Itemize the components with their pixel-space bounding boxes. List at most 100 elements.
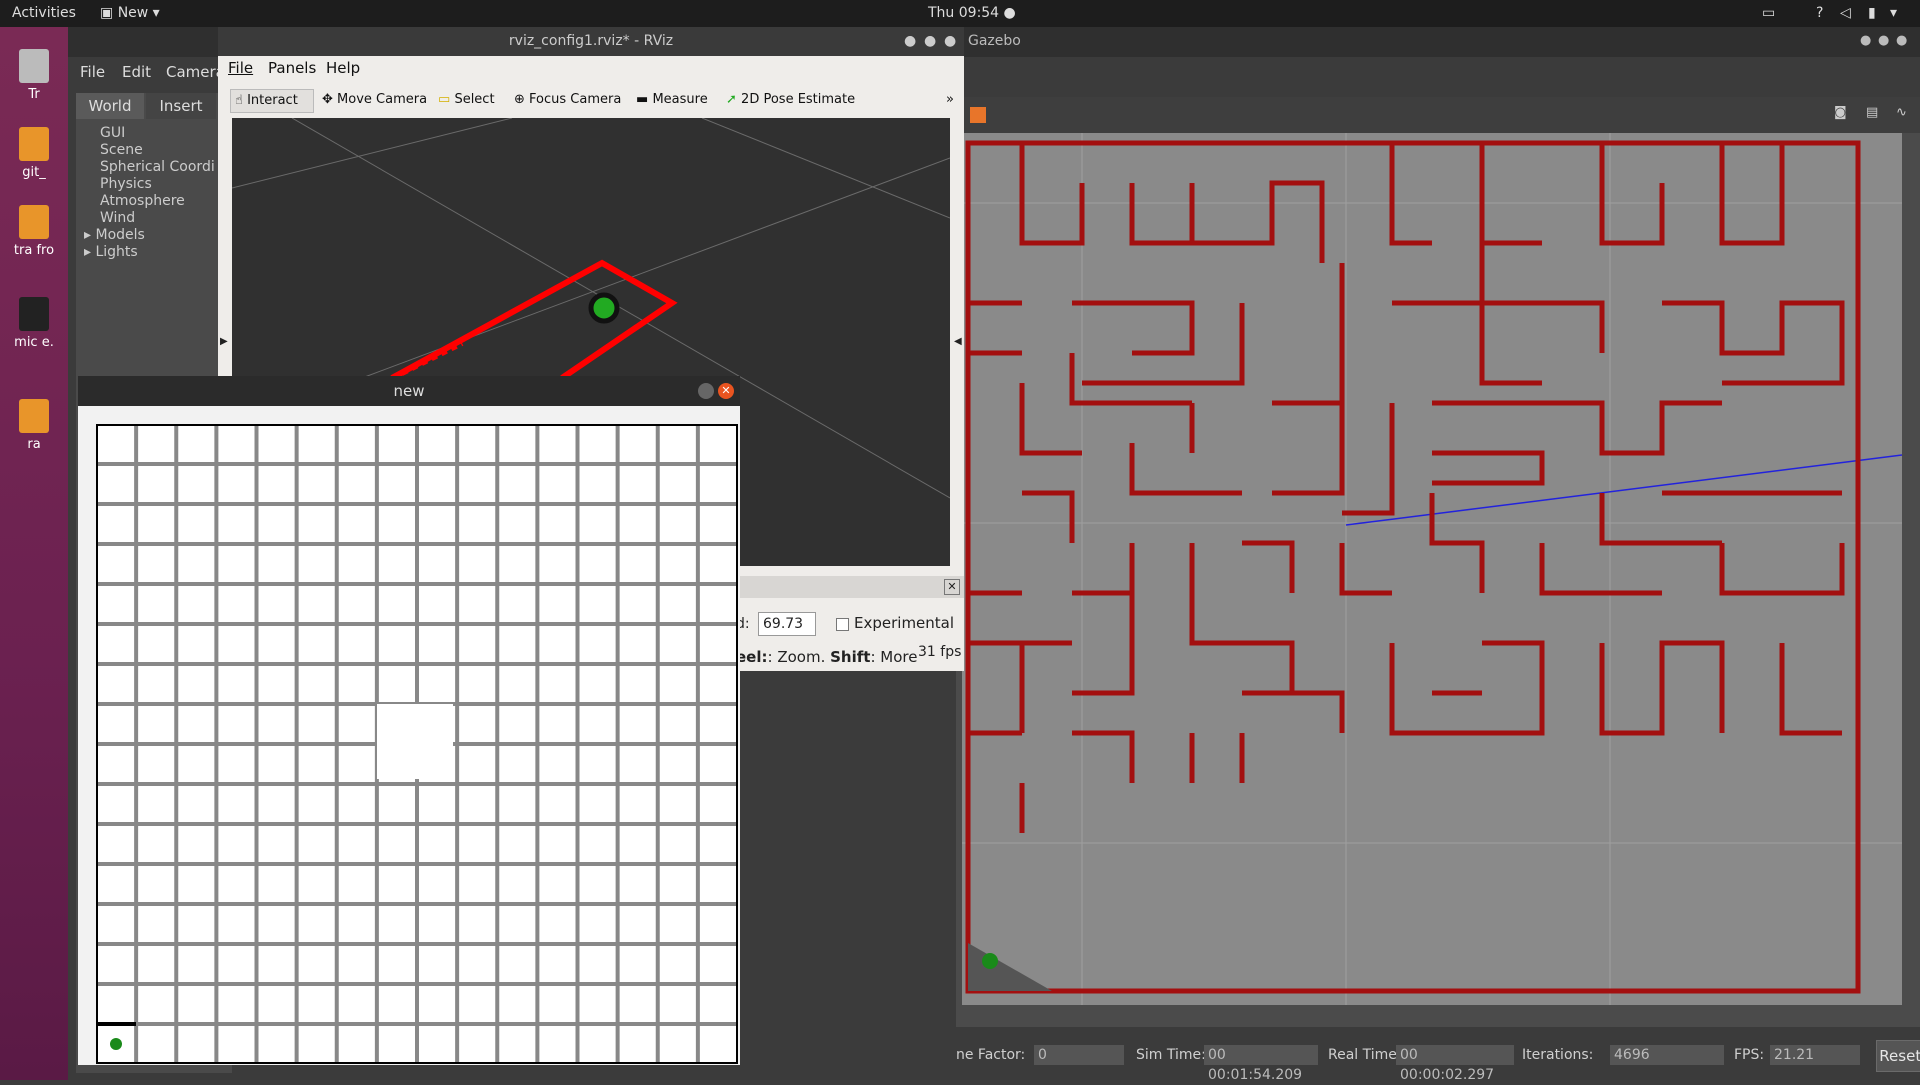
panel-header xyxy=(736,576,964,598)
interact-tool[interactable]: ☝ Interact xyxy=(230,89,314,113)
tree-item-physics[interactable]: Physics xyxy=(84,176,232,193)
close-icon[interactable]: ● xyxy=(1896,33,1907,48)
experimental-checkbox[interactable] xyxy=(836,618,849,631)
select-tool[interactable]: ▭ Select xyxy=(438,89,495,111)
pose-estimate-tool[interactable]: ➚ 2D Pose Estimate xyxy=(726,89,855,111)
tool-label: Select xyxy=(454,92,495,107)
panel-close-icon[interactable]: ✕ xyxy=(944,579,960,595)
expand-arrow-icon[interactable]: ▸ xyxy=(84,227,91,243)
desktop-icon-label: Tr xyxy=(28,87,40,102)
experimental-label: Experimental xyxy=(854,614,955,632)
right-dock-arrow-icon[interactable]: ◀ xyxy=(954,336,962,347)
rviz-path xyxy=(390,259,678,381)
left-dock-arrow-icon[interactable]: ▶ xyxy=(220,336,228,347)
top-bar: Activities ▣ New ▾ Thu 09:54 ● ▭ ? ◁ ▮ ▾ xyxy=(0,0,1920,27)
rviz-menu-file[interactable]: File xyxy=(228,59,253,77)
tool-label: Interact xyxy=(247,93,298,108)
app-menu[interactable]: ▣ New ▾ xyxy=(100,5,160,21)
menu-camera[interactable]: Camera xyxy=(166,63,225,81)
folder-icon xyxy=(19,127,49,161)
measure-tool[interactable]: ▬ Measure xyxy=(636,89,708,111)
rviz-title-bar[interactable]: rviz_config1.rviz* - RViz ● ● ● xyxy=(218,27,964,56)
focus-camera-icon: ⊕ xyxy=(514,92,525,107)
desktop-icon-ra[interactable]: ra xyxy=(8,399,60,452)
move-camera-tool[interactable]: ✥ Move Camera xyxy=(322,89,427,111)
minimize-icon[interactable]: ● xyxy=(904,27,916,56)
mouse-hint: eel:: Zoom. Shift: More xyxy=(736,648,917,666)
maze-scene xyxy=(962,133,1902,1005)
desktop-icon-mic[interactable]: mic e. xyxy=(8,297,60,350)
volume-icon[interactable]: ◁ xyxy=(1840,5,1851,21)
factor-label: ne Factor: xyxy=(956,1047,1026,1063)
new-window-title-bar[interactable]: new ✕ xyxy=(78,376,740,406)
tree-item-spherical[interactable]: Spherical Coordi xyxy=(84,159,232,176)
screenshot-icon[interactable]: ◙ xyxy=(1834,105,1847,120)
desktop-icon-tra[interactable]: tra fro xyxy=(8,205,60,258)
tree-item-models[interactable]: ▸ Models xyxy=(84,227,232,244)
log-icon[interactable]: ▤ xyxy=(1866,105,1878,120)
toolbar-overflow-button[interactable]: » xyxy=(946,89,954,111)
tree-item-scene[interactable]: Scene xyxy=(84,142,232,159)
help-icon[interactable]: ? xyxy=(1816,5,1823,21)
desktop-icon-label: git_ xyxy=(22,165,46,180)
fps-label: FPS: xyxy=(1734,1047,1765,1063)
battery-icon[interactable]: ▮ xyxy=(1868,5,1876,21)
hint-more: : More xyxy=(870,648,918,666)
arrow-icon: ➚ xyxy=(726,92,737,107)
close-icon[interactable]: ✕ xyxy=(718,383,734,399)
hint-shift: Shift xyxy=(830,648,871,666)
tool-label: Focus Camera xyxy=(529,92,622,107)
rviz-title: rviz_config1.rviz* - RViz xyxy=(508,33,674,49)
camera-indicator-icon[interactable]: ▭ xyxy=(1762,5,1775,21)
tree-item-label: Lights xyxy=(95,244,138,260)
shape-tool-icon[interactable] xyxy=(970,107,986,123)
tree-item-wind[interactable]: Wind xyxy=(84,210,232,227)
plot-icon[interactable]: ∿ xyxy=(1896,105,1907,120)
close-icon[interactable]: ● xyxy=(944,27,956,56)
gazebo-status-bar: ne Factor: 0 Sim Time: 00 00:01:54.209 R… xyxy=(956,1033,1920,1083)
maximize-icon[interactable]: ● xyxy=(1878,33,1889,48)
app-menu-label: New xyxy=(117,5,149,21)
tab-world[interactable]: World xyxy=(76,93,144,119)
new-window-title: new xyxy=(393,382,425,400)
clock[interactable]: Thu 09:54 ● xyxy=(928,5,1016,21)
minimize-icon[interactable]: ● xyxy=(1860,33,1871,48)
desktop-icon-trash[interactable]: Tr xyxy=(8,49,60,102)
sim-time-field: 00 00:01:54.209 xyxy=(1204,1045,1318,1083)
gazebo-robot xyxy=(982,953,998,969)
desktop-icon-git[interactable]: git_ xyxy=(8,127,60,180)
occupancy-grid xyxy=(96,424,738,1064)
value-input[interactable]: 69.73 xyxy=(758,612,816,636)
menu-file[interactable]: File xyxy=(80,63,105,81)
minimize-icon[interactable] xyxy=(698,383,714,399)
ruler-icon: ▬ xyxy=(636,92,649,107)
video-file-icon xyxy=(19,297,49,331)
tab-insert[interactable]: Insert xyxy=(146,93,216,119)
sim-time-label: Sim Time: xyxy=(1136,1047,1206,1063)
gazebo-3d-view[interactable]: ◙ ▤ ∿ ▶ xyxy=(956,97,1920,1027)
maximize-icon[interactable]: ● xyxy=(924,27,936,56)
menu-edit[interactable]: Edit xyxy=(122,63,151,81)
tree-item-label: Models xyxy=(95,227,145,243)
iterations-label: Iterations: xyxy=(1522,1047,1594,1063)
fps-readout: 31 fps xyxy=(918,644,962,660)
tree-item-gui[interactable]: GUI xyxy=(84,125,232,142)
rviz-menu-panels[interactable]: Panels xyxy=(268,59,316,77)
factor-field: 0 xyxy=(1034,1045,1124,1065)
folder-icon xyxy=(19,205,49,239)
activities-button[interactable]: Activities xyxy=(12,5,76,21)
grid-robot xyxy=(110,1038,122,1050)
folder-icon xyxy=(19,399,49,433)
tool-label: Measure xyxy=(652,92,708,107)
reset-time-button[interactable]: Reset Time xyxy=(1876,1040,1920,1072)
fps-field: 21.21 xyxy=(1770,1045,1860,1065)
tree-item-atmosphere[interactable]: Atmosphere xyxy=(84,193,232,210)
gazebo-toolbar: ◙ ▤ ∿ ▶ xyxy=(956,97,1920,133)
system-menu-icon[interactable]: ▾ xyxy=(1890,5,1897,21)
rviz-toolbar: ☝ Interact ✥ Move Camera ▭ Select ⊕ Focu… xyxy=(218,84,964,116)
expand-arrow-icon[interactable]: ▸ xyxy=(84,244,91,260)
rviz-menu-help[interactable]: Help xyxy=(326,59,360,77)
tree-item-lights[interactable]: ▸ Lights xyxy=(84,244,232,261)
desktop-icon-label: tra fro xyxy=(13,243,55,258)
focus-camera-tool[interactable]: ⊕ Focus Camera xyxy=(514,89,621,111)
